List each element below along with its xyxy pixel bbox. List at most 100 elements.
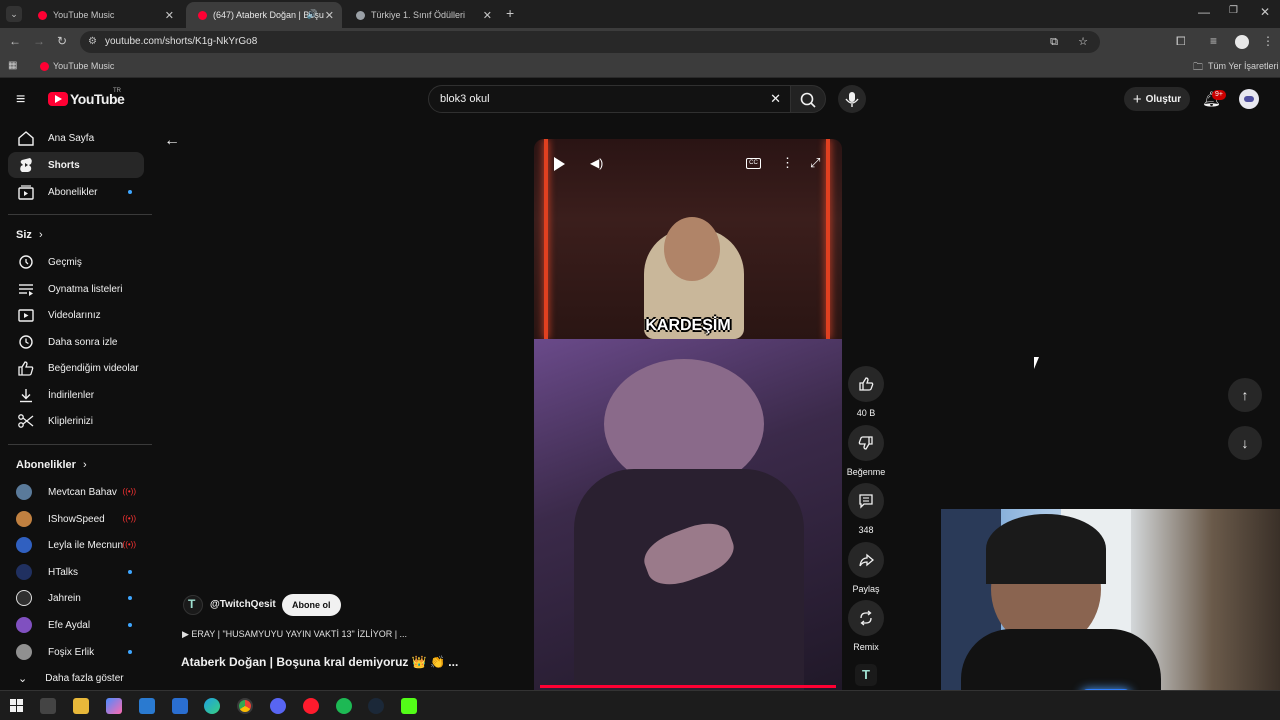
shorts-icon (20, 158, 32, 172)
channel-logo-icon: T (188, 597, 196, 611)
sidebar-item-downloads[interactable]: İndirilenler (8, 382, 144, 408)
search-button[interactable] (790, 85, 826, 113)
speaker-icon[interactable]: 🔊 (307, 9, 318, 20)
sidebar-item-your-videos[interactable]: Videolarınız (8, 302, 144, 328)
progress-track[interactable] (540, 685, 836, 688)
youtube-logo-icon[interactable] (48, 92, 68, 106)
kick-icon[interactable] (401, 698, 417, 714)
subs-header-text: Abonelikler (16, 459, 76, 471)
short-video-player[interactable]: KARDEŞİM ◀) CC ⋮ ⤢ (534, 139, 842, 690)
opera-icon[interactable] (303, 698, 319, 714)
bookmark-youtube-music[interactable]: YouTube Music (53, 61, 114, 71)
back-icon[interactable]: ← (9, 34, 21, 48)
steam-icon[interactable] (368, 698, 384, 714)
channel-name[interactable]: @TwitchQesit (210, 599, 276, 610)
volume-icon[interactable]: ◀) (590, 156, 603, 170)
close-window-icon[interactable]: ✕ (1260, 5, 1270, 19)
forward-icon[interactable]: → (33, 34, 45, 48)
close-tab-icon[interactable]: ✕ (325, 9, 334, 22)
audio-source-thumbnail[interactable]: T (855, 664, 877, 686)
sidebar-item-label: Abonelikler (48, 186, 98, 198)
new-tab-icon[interactable]: + (506, 5, 514, 21)
menu-icon[interactable]: ≡ (16, 91, 25, 109)
captions-icon[interactable]: CC (746, 158, 761, 169)
sidebar-item-clips[interactable]: Kliplerinizi (8, 408, 144, 434)
share-button[interactable]: Paylaş (847, 542, 885, 594)
subscribe-button[interactable]: Abone ol (282, 594, 341, 616)
edge-icon[interactable] (204, 698, 220, 714)
sidebar-sub-htalks[interactable]: HTalks (8, 559, 144, 585)
create-button[interactable]: + Oluştur (1124, 87, 1190, 111)
cast-icon[interactable]: ⧉ (1050, 31, 1058, 53)
new-content-dot (128, 623, 132, 627)
sidebar-sub-efe[interactable]: Efe Aydal (8, 612, 144, 638)
sidebar-item-history[interactable]: Geçmiş (8, 249, 144, 275)
tab-youtube-music[interactable]: YouTube Music ✕ (26, 2, 182, 28)
avatar (16, 484, 32, 500)
chrome-icon[interactable] (237, 698, 253, 714)
tab-turkiye[interactable]: Türkiye 1. Sınıf Ödülleri ✕ (344, 2, 500, 28)
next-short-button[interactable]: ↓ (1228, 426, 1262, 460)
play-icon[interactable] (554, 157, 565, 171)
sidebar-sub-ishowspeed[interactable]: IShowSpeed ((•)) (8, 506, 144, 532)
restore-icon[interactable]: ❐ (1229, 5, 1238, 16)
close-tab-icon[interactable]: ✕ (483, 9, 492, 22)
bookmark-star-icon[interactable]: ☆ (1078, 31, 1088, 53)
sidebar-item-subscriptions[interactable]: Abonelikler (8, 179, 144, 205)
more-options-icon[interactable]: ⋮ (781, 155, 794, 171)
outlook-icon[interactable] (172, 698, 188, 714)
windows-start-icon[interactable] (10, 699, 23, 712)
sidebar-item-label: Daha sonra izle (48, 336, 118, 348)
account-avatar[interactable] (1239, 89, 1259, 109)
region-code: TR (113, 88, 121, 94)
sidebar-item-label: Kliplerinizi (48, 415, 94, 427)
tab-ataberk[interactable]: (647) Ataberk Doğan | Boşu 🔊 ✕ (186, 2, 342, 28)
sidebar-show-more[interactable]: ⌄ Daha fazla göster (8, 665, 144, 691)
all-bookmarks-link[interactable]: Tüm Yer İşaretleri (1208, 61, 1279, 71)
short-title[interactable]: Ataberk Doğan | Boşuna kral demiyoruz 👑 … (181, 655, 458, 669)
channel-avatar[interactable]: T (183, 595, 203, 615)
back-arrow-icon[interactable]: ← (164, 132, 180, 150)
extensions-icon[interactable]: ⧠ (1176, 34, 1186, 49)
sidebar-item-watch-later[interactable]: Daha sonra izle (8, 329, 144, 355)
sidebar-sub-fosix[interactable]: Foşix Erlik (8, 639, 144, 665)
sidebar-subscriptions-header[interactable]: Abonelikler › (16, 459, 87, 471)
close-tab-icon[interactable]: ✕ (165, 9, 174, 22)
url-bar[interactable]: ⚙ youtube.com/shorts/K1g-NkYrGo8 ⧉ ☆ (80, 31, 1100, 53)
discord-icon[interactable] (270, 698, 286, 714)
comment-button[interactable]: 348 (847, 483, 885, 535)
voice-search-button[interactable] (838, 85, 866, 113)
media-control-icon[interactable]: ≡ (1210, 34, 1217, 48)
mic-icon (845, 92, 859, 107)
tab-search-icon[interactable]: ⌄ (6, 6, 22, 22)
sidebar-sub-jahrein[interactable]: Jahrein (8, 585, 144, 611)
store-icon[interactable] (139, 698, 155, 714)
browser-tab-bar: ⌄ YouTube Music ✕ (647) Ataberk Doğan | … (0, 0, 1280, 28)
task-view-icon[interactable] (40, 698, 56, 714)
sidebar-item-playlists[interactable]: Oynatma listeleri (8, 276, 144, 302)
apps-grid-icon[interactable]: ▦ (8, 60, 17, 71)
sidebar-sub-leyla[interactable]: Leyla ile Mecnun ((•)) (8, 532, 144, 558)
dislike-button[interactable]: Beğenme (847, 425, 885, 477)
menu-kebab-icon[interactable]: ⋮ (1262, 34, 1274, 48)
reload-icon[interactable]: ↻ (57, 34, 67, 48)
sidebar-sub-mevtcan[interactable]: Mevtcan Bahav ((•)) (8, 479, 144, 505)
clear-search-icon[interactable]: ✕ (770, 86, 781, 112)
fullscreen-icon[interactable]: ⤢ (810, 155, 820, 171)
site-info-icon[interactable]: ⚙ (88, 31, 97, 53)
sidebar-item-shorts[interactable]: Shorts (8, 152, 144, 178)
arrow-down-icon: ↓ (1241, 435, 1249, 451)
previous-short-button[interactable]: ↑ (1228, 378, 1262, 412)
file-explorer-icon[interactable] (73, 698, 89, 714)
sidebar-you-header[interactable]: Siz › (16, 229, 43, 241)
linked-video[interactable]: ▶ ERAY | "HUSAMYUYU YAYIN VAKTİ 13" İZLİ… (182, 629, 407, 640)
minimize-icon[interactable]: — (1198, 5, 1210, 19)
copilot-icon[interactable] (106, 698, 122, 714)
sidebar-item-liked[interactable]: Beğendiğim videolar (8, 355, 144, 381)
like-button[interactable]: 40 B (847, 366, 885, 418)
remix-button[interactable]: Remix (847, 600, 885, 652)
search-input[interactable]: blok3 okul ✕ (428, 85, 792, 113)
sidebar-item-home[interactable]: Ana Sayfa (8, 125, 144, 151)
profile-avatar[interactable] (1235, 35, 1249, 49)
spotify-icon[interactable] (336, 698, 352, 714)
